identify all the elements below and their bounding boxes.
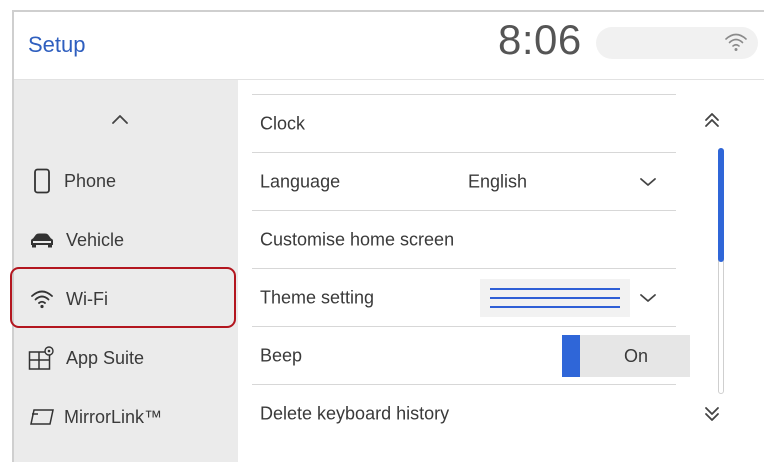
- theme-line: [490, 288, 620, 290]
- beep-toggle[interactable]: On: [562, 335, 690, 377]
- chevron-down-icon[interactable]: [638, 292, 658, 304]
- sidebar-item-app-suite[interactable]: App Suite: [14, 329, 238, 387]
- row-label: Language: [260, 171, 341, 191]
- sidebar-item-vehicle[interactable]: Vehicle: [14, 211, 238, 269]
- selection-highlight: [10, 267, 236, 328]
- app-suite-icon: [28, 345, 56, 371]
- car-icon: [28, 227, 56, 253]
- row-label: Beep: [260, 345, 303, 365]
- wifi-signal-icon: [725, 33, 747, 51]
- page-title: Setup: [28, 32, 86, 57]
- settings-row-delete-keyboard-history[interactable]: Delete keyboard history: [252, 384, 676, 442]
- phone-icon: [28, 168, 56, 194]
- sidebar-item-label: Vehicle: [66, 229, 125, 250]
- row-label: Theme setting: [260, 287, 375, 307]
- settings-row-clock[interactable]: Clock: [252, 94, 676, 152]
- mirrorlink-icon: [28, 404, 56, 430]
- status-bar: [596, 27, 758, 59]
- sidebar-item-label: App Suite: [66, 347, 145, 368]
- sidebar-item-label: MirrorLink™: [64, 406, 163, 427]
- settings-row-language[interactable]: Language English: [252, 152, 676, 210]
- double-chevron-up-icon[interactable]: [700, 108, 724, 132]
- toggle-indicator: [562, 335, 580, 377]
- scrollbar-thumb[interactable]: [718, 148, 724, 262]
- settings-list: Clock Language English Customise home sc…: [238, 80, 764, 462]
- double-chevron-down-icon[interactable]: [700, 402, 724, 426]
- sidebar-item-mirrorlink[interactable]: MirrorLink™: [14, 388, 238, 446]
- settings-row-customise-home[interactable]: Customise home screen: [252, 210, 676, 268]
- toggle-label: On: [624, 346, 649, 366]
- row-label: Clock: [260, 113, 306, 133]
- language-value: English: [468, 171, 528, 191]
- row-label: Customise home screen: [260, 229, 455, 249]
- theme-preview[interactable]: [480, 279, 630, 317]
- theme-line: [490, 297, 620, 299]
- chevron-down-icon[interactable]: [638, 176, 658, 188]
- sidebar-item-label: Phone: [64, 170, 117, 191]
- chevron-up-icon[interactable]: [108, 110, 132, 128]
- settings-row-beep[interactable]: Beep On: [252, 326, 690, 384]
- settings-row-theme[interactable]: Theme setting: [252, 268, 676, 326]
- theme-line: [490, 306, 620, 308]
- screen-frame: Setup 8:06 Phone Vehicle Wi-Fi App Suite…: [0, 0, 764, 462]
- row-label: Delete keyboard history: [260, 403, 450, 423]
- header-bar: Setup 8:06: [14, 12, 764, 80]
- clock-display: 8:06: [498, 16, 582, 63]
- sidebar-item-phone[interactable]: Phone: [14, 152, 238, 210]
